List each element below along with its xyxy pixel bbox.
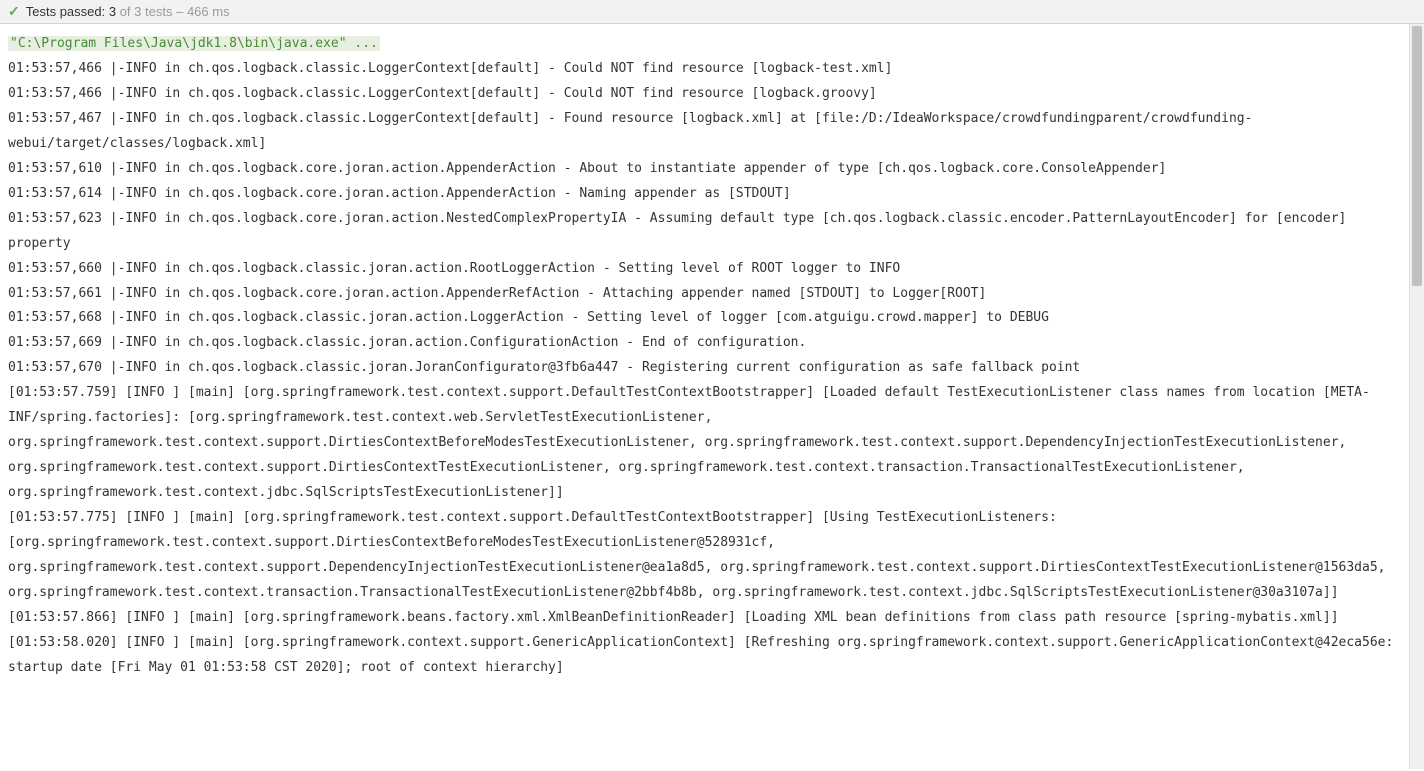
log-line: 01:53:57,467 |-INFO in ch.qos.logback.cl… <box>8 107 1399 157</box>
log-line: 01:53:57,668 |-INFO in ch.qos.logback.cl… <box>8 306 1399 331</box>
log-line: 01:53:57,661 |-INFO in ch.qos.logback.co… <box>8 282 1399 307</box>
log-line: 01:53:57,614 |-INFO in ch.qos.logback.co… <box>8 182 1399 207</box>
log-line: [01:53:58.020] [INFO ] [main] [org.sprin… <box>8 631 1399 681</box>
tests-passed-label: Tests passed: <box>26 4 106 19</box>
check-icon: ✓ <box>8 3 20 20</box>
dash: – <box>172 4 186 19</box>
test-status-bar: ✓ Tests passed: 3 of 3 tests – 466 ms <box>0 0 1424 24</box>
vertical-scrollbar[interactable] <box>1409 24 1424 769</box>
tests-time: 466 ms <box>187 4 230 19</box>
tests-passed-count: 3 <box>109 4 116 19</box>
log-line: 01:53:57,670 |-INFO in ch.qos.logback.cl… <box>8 356 1399 381</box>
log-line: 01:53:57,660 |-INFO in ch.qos.logback.cl… <box>8 257 1399 282</box>
command-line: "C:\Program Files\Java\jdk1.8\bin\java.e… <box>8 36 380 51</box>
console-output[interactable]: "C:\Program Files\Java\jdk1.8\bin\java.e… <box>0 24 1409 769</box>
log-line: [01:53:57.759] [INFO ] [main] [org.sprin… <box>8 381 1399 506</box>
log-line: 01:53:57,466 |-INFO in ch.qos.logback.cl… <box>8 82 1399 107</box>
scrollbar-thumb[interactable] <box>1412 26 1422 286</box>
log-line: 01:53:57,623 |-INFO in ch.qos.logback.co… <box>8 207 1399 257</box>
log-line: [01:53:57.866] [INFO ] [main] [org.sprin… <box>8 606 1399 631</box>
log-line: 01:53:57,669 |-INFO in ch.qos.logback.cl… <box>8 331 1399 356</box>
log-line: 01:53:57,466 |-INFO in ch.qos.logback.cl… <box>8 57 1399 82</box>
log-line: [01:53:57.775] [INFO ] [main] [org.sprin… <box>8 506 1399 606</box>
console-wrap: "C:\Program Files\Java\jdk1.8\bin\java.e… <box>0 24 1424 769</box>
log-line: 01:53:57,610 |-INFO in ch.qos.logback.co… <box>8 157 1399 182</box>
tests-total: of 3 tests <box>116 4 172 19</box>
status-text: Tests passed: 3 of 3 tests – 466 ms <box>26 4 230 19</box>
